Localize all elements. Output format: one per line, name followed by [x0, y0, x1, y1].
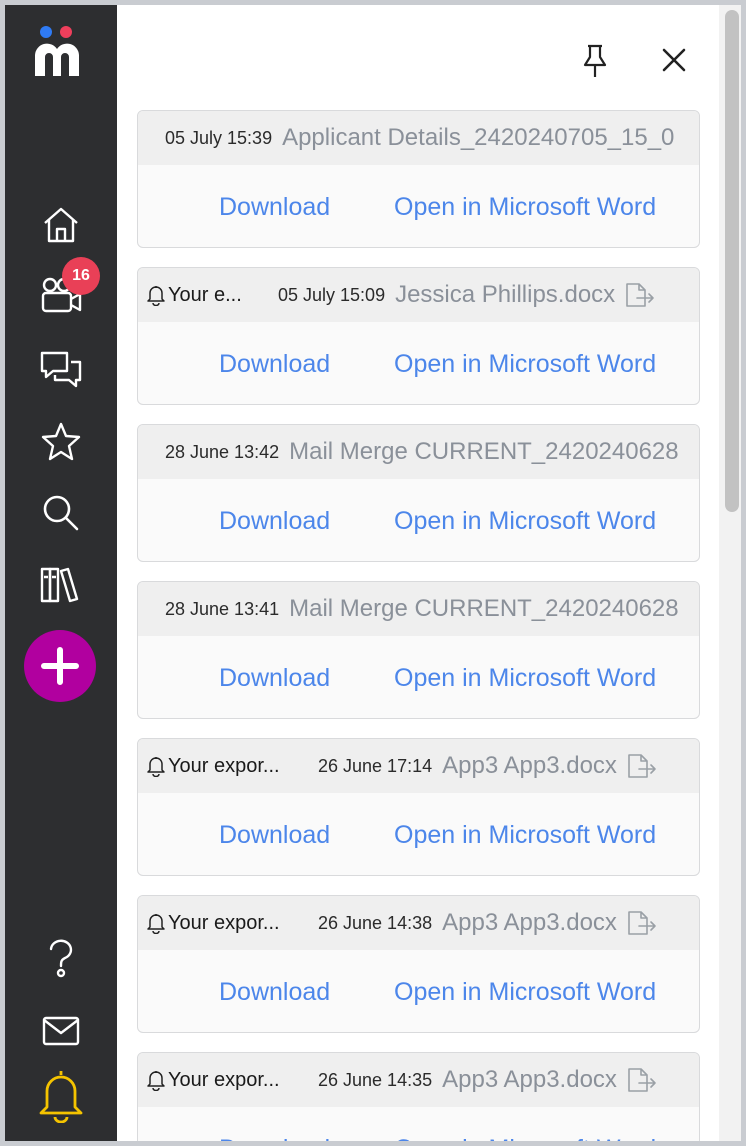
notification-message: Your expor... — [168, 1068, 280, 1091]
download-button[interactable]: Download — [219, 1135, 330, 1142]
open-file-icon[interactable] — [625, 753, 657, 779]
notification-card: 28 June 13:41 Mail Merge CURRENT_24202406… — [137, 581, 700, 719]
notification-timestamp: 26 June 14:38 — [318, 912, 433, 933]
notification-filename[interactable]: App3 App3.docx — [442, 752, 617, 780]
open-in-word-button[interactable]: Open in Microsoft Word — [394, 350, 656, 379]
scrollbar-track[interactable] — [719, 5, 741, 1141]
download-button[interactable]: Download — [219, 978, 330, 1007]
bell-icon — [147, 286, 165, 306]
open-in-word-button[interactable]: Open in Microsoft Word — [394, 193, 656, 222]
sidebar-item-videos[interactable] — [5, 267, 117, 323]
bell-icon — [147, 914, 165, 934]
books-icon — [40, 567, 79, 603]
notification-filename[interactable]: Mail Merge CURRENT_2420240628 — [289, 438, 679, 466]
videos-count-badge: 16 — [62, 257, 100, 295]
notification-actions: Download Open in Microsoft Word — [138, 1107, 699, 1142]
notification-header: 05 July 15:39 Applicant Details_242024070… — [138, 111, 699, 165]
download-button[interactable]: Download — [219, 821, 330, 850]
notification-timestamp: 05 July 15:09 — [278, 284, 386, 305]
notification-card: Your expor... 26 June 14:35 App3 App3.docx… — [137, 1052, 700, 1141]
search-icon — [43, 495, 79, 531]
notification-header: 28 June 13:41 Mail Merge CURRENT_24202406… — [138, 582, 699, 636]
download-button[interactable]: Download — [219, 507, 330, 536]
notification-timestamp: 26 June 17:14 — [318, 755, 433, 776]
sidebar-item-favourites[interactable] — [5, 413, 117, 469]
notification-timestamp: 28 June 13:42 — [165, 441, 280, 462]
open-in-word-button[interactable]: Open in Microsoft Word — [394, 978, 656, 1007]
notifications-panel: 05 July 15:39 Applicant Details_242024070… — [117, 5, 725, 1141]
logo-icon — [35, 26, 79, 76]
notification-message: Your e... — [168, 283, 242, 306]
app-window: 16 05 July 15:39 Applicant Details_24202… — [5, 5, 741, 1141]
plus-icon — [41, 647, 79, 685]
download-button[interactable]: Download — [219, 664, 330, 693]
scrollbar-thumb[interactable] — [725, 10, 739, 512]
chat-bubbles-icon — [40, 351, 82, 388]
notification-header: Your expor... 26 June 14:35 App3 App3.docx — [138, 1053, 699, 1107]
notification-header: Your expor... 26 June 14:38 App3 App3.docx — [138, 896, 699, 950]
open-file-icon[interactable] — [625, 1067, 657, 1093]
notification-header: 28 June 13:42 Mail Merge CURRENT_24202406… — [138, 425, 699, 479]
notification-card: Your e... 05 July 15:09 Jessica Phillips.d… — [137, 267, 700, 405]
notification-timestamp: 05 July 15:39 — [165, 127, 273, 148]
notification-filename[interactable]: Jessica Phillips.docx — [395, 281, 615, 309]
notification-actions: Download Open in Microsoft Word — [138, 636, 699, 718]
sidebar-item-help[interactable] — [5, 931, 117, 987]
notification-filename[interactable]: Mail Merge CURRENT_2420240628 — [289, 595, 679, 623]
open-file-icon[interactable] — [625, 910, 657, 936]
notification-actions: Download Open in Microsoft Word — [138, 793, 699, 875]
envelope-icon — [42, 1016, 80, 1046]
home-icon — [44, 207, 78, 243]
bell-icon — [39, 1071, 83, 1123]
notification-actions: Download Open in Microsoft Word — [138, 165, 699, 247]
open-in-word-button[interactable]: Open in Microsoft Word — [394, 1135, 656, 1142]
notification-timestamp: 26 June 14:35 — [318, 1069, 433, 1090]
close-button[interactable] — [657, 43, 691, 77]
open-file-icon[interactable] — [623, 282, 655, 308]
bell-icon — [147, 1071, 165, 1091]
notification-message: Your expor... — [168, 754, 280, 777]
sidebar-item-library[interactable] — [5, 557, 117, 613]
sidebar: 16 — [5, 5, 117, 1141]
notification-card: 05 July 15:39 Applicant Details_242024070… — [137, 110, 700, 248]
bell-icon — [147, 757, 165, 777]
notification-card: 28 June 13:42 Mail Merge CURRENT_24202406… — [137, 424, 700, 562]
sidebar-item-home[interactable] — [5, 197, 117, 253]
sidebar-item-mail[interactable] — [5, 1003, 117, 1059]
add-button[interactable] — [24, 630, 96, 702]
notification-filename[interactable]: Applicant Details_2420240705_15_0 — [282, 124, 674, 152]
open-in-word-button[interactable]: Open in Microsoft Word — [394, 664, 656, 693]
notification-header: Your e... 05 July 15:09 Jessica Phillips.d… — [138, 268, 699, 322]
notification-actions: Download Open in Microsoft Word — [138, 322, 699, 404]
download-button[interactable]: Download — [219, 350, 330, 379]
open-in-word-button[interactable]: Open in Microsoft Word — [394, 507, 656, 536]
notification-filename[interactable]: App3 App3.docx — [442, 909, 617, 937]
sidebar-item-notifications[interactable] — [5, 1065, 117, 1125]
notification-actions: Download Open in Microsoft Word — [138, 950, 699, 1032]
sidebar-item-search[interactable] — [5, 485, 117, 541]
download-button[interactable]: Download — [219, 193, 330, 222]
notification-actions: Download Open in Microsoft Word — [138, 479, 699, 561]
notification-filename[interactable]: App3 App3.docx — [442, 1066, 617, 1094]
star-icon — [41, 422, 81, 461]
open-in-word-button[interactable]: Open in Microsoft Word — [394, 821, 656, 850]
notification-header: Your expor... 26 June 17:14 App3 App3.docx — [138, 739, 699, 793]
notification-card: Your expor... 26 June 17:14 App3 App3.docx… — [137, 738, 700, 876]
pin-button[interactable] — [577, 41, 613, 81]
sidebar-item-messages[interactable] — [5, 341, 117, 397]
app-frame: 16 05 July 15:39 Applicant Details_24202… — [0, 0, 746, 1146]
app-logo[interactable] — [29, 21, 89, 81]
notification-message: Your expor... — [168, 911, 280, 934]
question-icon — [49, 939, 73, 978]
close-icon — [662, 48, 686, 72]
notification-card: Your expor... 26 June 14:38 App3 App3.docx… — [137, 895, 700, 1033]
pin-icon — [583, 44, 607, 77]
notification-timestamp: 28 June 13:41 — [165, 598, 280, 619]
